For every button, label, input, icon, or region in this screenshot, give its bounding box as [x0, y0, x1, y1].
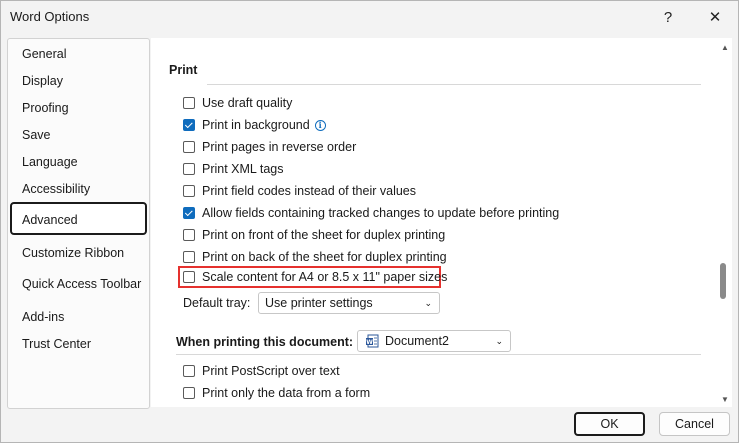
option-label: Scale content for A4 or 8.5 x 11" paper …	[202, 270, 448, 284]
option-use-draft-quality[interactable]: Use draft quality	[183, 94, 292, 112]
chevron-down-icon: ⌄	[495, 336, 503, 346]
info-icon[interactable]: i	[314, 119, 326, 131]
checkbox[interactable]	[183, 271, 195, 283]
sidebar-item-advanced[interactable]: Advanced	[22, 213, 78, 227]
ok-button[interactable]: OK	[574, 412, 645, 436]
checkbox[interactable]	[183, 97, 195, 109]
checkbox[interactable]	[183, 365, 195, 377]
sidebar-item-language[interactable]: Language	[22, 155, 78, 169]
document-name: Document2	[385, 334, 449, 348]
word-document-icon: W	[366, 334, 379, 348]
checkbox[interactable]	[183, 229, 195, 241]
option-print-in-background[interactable]: Print in background i	[183, 116, 326, 134]
sidebar-item-general[interactable]: General	[22, 47, 66, 61]
option-print-field-codes[interactable]: Print field codes instead of their value…	[183, 182, 416, 200]
option-label: Print pages in reverse order	[202, 140, 357, 154]
sidebar: General Display Proofing Save Language A…	[7, 38, 150, 409]
checkbox-checked[interactable]	[183, 119, 195, 131]
when-printing-title: When printing this document:	[176, 335, 354, 349]
print-section-title: Print	[169, 63, 198, 77]
help-button[interactable]: ?	[645, 1, 691, 33]
sidebar-item-display[interactable]: Display	[22, 74, 63, 88]
checkbox-checked[interactable]	[183, 207, 195, 219]
scroll-up-arrow-icon[interactable]: ▲	[721, 43, 729, 52]
default-tray-dropdown[interactable]: Use printer settings ⌄	[258, 292, 440, 314]
option-print-back-duplex[interactable]: Print on back of the sheet for duplex pr…	[183, 248, 447, 266]
option-label: Print on back of the sheet for duplex pr…	[202, 250, 447, 264]
sidebar-item-save[interactable]: Save	[22, 128, 51, 142]
default-tray-value: Use printer settings	[265, 296, 373, 310]
checkbox[interactable]	[183, 251, 195, 263]
scroll-down-arrow-icon[interactable]: ▼	[721, 395, 729, 404]
title-bar: Word Options ? ✕	[1, 1, 738, 33]
sidebar-item-add-ins[interactable]: Add-ins	[22, 310, 64, 324]
sidebar-item-accessibility[interactable]: Accessibility	[22, 182, 90, 196]
option-label: Print only the data from a form	[202, 386, 371, 400]
option-print-reverse-order[interactable]: Print pages in reverse order	[183, 138, 356, 156]
option-label: Allow fields containing tracked changes …	[202, 206, 560, 220]
window-title: Word Options	[10, 9, 90, 24]
option-label: Print in background	[202, 118, 310, 132]
default-tray-label: Default tray:	[183, 296, 251, 310]
option-label: Print XML tags	[202, 162, 284, 176]
sidebar-item-quick-access-toolbar[interactable]: Quick Access Toolbar	[22, 277, 141, 291]
scrollbar-thumb[interactable]	[720, 263, 726, 299]
svg-text:W: W	[366, 339, 373, 346]
option-allow-tracked-fields-update[interactable]: Allow fields containing tracked changes …	[183, 204, 559, 222]
option-label: Print on front of the sheet for duplex p…	[202, 228, 446, 242]
section-divider	[176, 354, 701, 355]
options-content: Print Use draft quality Print in backgro…	[151, 38, 732, 407]
option-scale-content-a4-letter[interactable]: Scale content for A4 or 8.5 x 11" paper …	[183, 268, 447, 286]
checkbox[interactable]	[183, 387, 195, 399]
sidebar-item-trust-center[interactable]: Trust Center	[22, 337, 91, 351]
chevron-down-icon: ⌄	[424, 298, 432, 308]
word-options-dialog: Word Options ? ✕ General Display Proofin…	[0, 0, 739, 443]
cancel-button[interactable]: Cancel	[659, 412, 730, 436]
sidebar-item-proofing[interactable]: Proofing	[22, 101, 69, 115]
sidebar-item-customize-ribbon[interactable]: Customize Ribbon	[22, 246, 124, 260]
option-label: Print PostScript over text	[202, 364, 340, 378]
option-print-xml-tags[interactable]: Print XML tags	[183, 160, 284, 178]
checkbox[interactable]	[183, 163, 195, 175]
checkbox[interactable]	[183, 185, 195, 197]
option-label: Use draft quality	[202, 96, 293, 110]
option-print-front-duplex[interactable]: Print on front of the sheet for duplex p…	[183, 226, 445, 244]
section-divider	[207, 84, 701, 85]
close-button[interactable]: ✕	[692, 1, 738, 33]
checkbox[interactable]	[183, 141, 195, 153]
option-label: Print field codes instead of their value…	[202, 184, 417, 198]
document-dropdown[interactable]: W Document2 ⌄	[357, 330, 511, 352]
option-print-postscript[interactable]: Print PostScript over text	[183, 362, 340, 380]
option-print-form-data-only[interactable]: Print only the data from a form	[183, 384, 370, 402]
